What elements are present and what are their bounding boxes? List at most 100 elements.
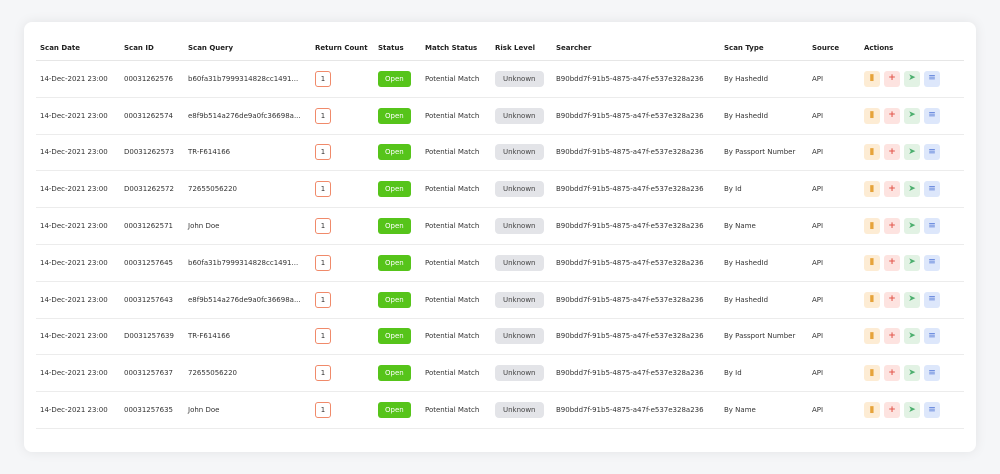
cell-return-count: 1 [311,134,374,172]
status-badge[interactable]: Open [378,402,411,419]
cell-status: Open [374,170,421,209]
file-icon: ≡ [928,404,936,415]
add-button[interactable]: + [884,402,900,419]
table-body: 14-Dec-2021 23:00 00031262576 b60fa31b7999… [36,60,964,429]
send-button[interactable]: ➤ [904,402,920,419]
return-count-badge: 1 [315,181,331,198]
risk-level-badge: Unknown [495,291,544,308]
status-badge[interactable]: Open [378,254,411,271]
send-button[interactable]: ➤ [904,107,920,124]
col-header-scan-id[interactable]: Scan ID [120,36,184,61]
view-document-button[interactable]: ▮ [864,144,880,161]
report-file-button[interactable]: ≡ [924,70,940,87]
send-button[interactable]: ➤ [904,328,920,345]
col-header-risk-level[interactable]: Risk Level [491,36,552,61]
view-document-button[interactable]: ▮ [864,365,880,382]
col-header-scan-query[interactable]: Scan Query [184,36,311,61]
cell-scan-query: TR-F614166 [184,318,311,356]
report-file-button[interactable]: ≡ [924,218,940,235]
col-header-source[interactable]: Source [808,36,860,61]
report-file-button[interactable]: ≡ [924,328,940,345]
send-button[interactable]: ➤ [904,254,920,271]
risk-level-badge: Unknown [495,254,544,271]
add-icon: + [888,330,896,341]
cell-match-status: Potential Match [421,354,491,393]
risk-level-badge: Unknown [495,328,544,345]
add-button[interactable]: + [884,291,900,308]
table-row[interactable]: 14-Dec-2021 23:00 D0031262572 72655056220 1… [36,170,964,209]
cell-status: Open [374,134,421,172]
add-button[interactable]: + [884,254,900,271]
report-file-button[interactable]: ≡ [924,291,940,308]
table-row[interactable]: 14-Dec-2021 23:00 00031257643 e8f9b514a276… [36,281,964,319]
risk-level-badge: Unknown [495,218,544,235]
file-icon: ≡ [928,220,936,231]
col-header-scan-date[interactable]: Scan Date [36,36,120,61]
col-header-scan-type[interactable]: Scan Type [720,36,808,61]
table-row[interactable]: 14-Dec-2021 23:00 D0031262573 TR-F614166 1 O… [36,134,964,172]
document-icon: ▮ [869,110,875,121]
add-button[interactable]: + [884,328,900,345]
view-document-button[interactable]: ▮ [864,328,880,345]
add-button[interactable]: + [884,70,900,87]
add-button[interactable]: + [884,144,900,161]
cell-match-status: Potential Match [421,60,491,98]
table-row[interactable]: 14-Dec-2021 23:00 D0031257639 TR-F614166 1 O… [36,318,964,356]
view-document-button[interactable]: ▮ [864,291,880,308]
send-button[interactable]: ➤ [904,291,920,308]
col-header-match-status[interactable]: Match Status [421,36,491,61]
report-file-button[interactable]: ≡ [924,107,940,124]
document-icon: ▮ [869,183,875,194]
report-file-button[interactable]: ≡ [924,402,940,419]
report-file-button[interactable]: ≡ [924,254,940,271]
view-document-button[interactable]: ▮ [864,402,880,419]
report-file-button[interactable]: ≡ [924,144,940,161]
send-button[interactable]: ➤ [904,218,920,235]
table-row[interactable]: 14-Dec-2021 23:00 00031257635 John Doe 1 Ope… [36,391,964,429]
cell-source: API [808,170,860,209]
send-button[interactable]: ➤ [904,144,920,161]
status-badge[interactable]: Open [378,291,411,308]
view-document-button[interactable]: ▮ [864,181,880,198]
table-row[interactable]: 14-Dec-2021 23:00 00031257645 b60fa31b7999… [36,244,964,282]
status-badge[interactable]: Open [378,144,411,161]
send-button[interactable]: ➤ [904,70,920,87]
cell-searcher: B90bdd7f-91b5-4875-a47f-e537e328a236 [552,318,720,356]
cell-return-count: 1 [311,244,374,282]
document-icon: ▮ [869,330,875,341]
view-document-button[interactable]: ▮ [864,218,880,235]
view-document-button[interactable]: ▮ [864,107,880,124]
status-badge[interactable]: Open [378,218,411,235]
view-document-button[interactable]: ▮ [864,70,880,87]
report-file-button[interactable]: ≡ [924,365,940,382]
status-badge[interactable]: Open [378,107,411,124]
view-document-button[interactable]: ▮ [864,254,880,271]
table-row[interactable]: 14-Dec-2021 23:00 00031257637 72655056220 1… [36,354,964,393]
add-button[interactable]: + [884,365,900,382]
cell-searcher: B90bdd7f-91b5-4875-a47f-e537e328a236 [552,391,720,429]
cell-match-status: Potential Match [421,207,491,245]
cell-return-count: 1 [311,281,374,319]
add-button[interactable]: + [884,107,900,124]
report-file-button[interactable]: ≡ [924,181,940,198]
send-button[interactable]: ➤ [904,365,920,382]
cell-scan-type: By Id [720,354,808,393]
table-row[interactable]: 14-Dec-2021 23:00 00031262576 b60fa31b7999… [36,60,964,98]
cell-risk-level: Unknown [491,318,552,356]
add-icon: + [888,220,896,231]
add-button[interactable]: + [884,181,900,198]
return-count-badge: 1 [315,218,331,235]
send-button[interactable]: ➤ [904,181,920,198]
col-header-searcher[interactable]: Searcher [552,36,720,61]
cell-scan-query: b60fa31b7999314828cc1491... [184,244,311,282]
table-row[interactable]: 14-Dec-2021 23:00 00031262574 e8f9b514a276… [36,97,964,135]
status-badge[interactable]: Open [378,365,411,382]
col-header-status[interactable]: Status [374,36,421,61]
send-icon: ➤ [908,257,916,268]
add-button[interactable]: + [884,218,900,235]
table-row[interactable]: 14-Dec-2021 23:00 00031262571 John Doe 1 Ope… [36,207,964,245]
col-header-return-count[interactable]: Return Count [311,36,374,61]
status-badge[interactable]: Open [378,181,411,198]
status-badge[interactable]: Open [378,70,411,87]
status-badge[interactable]: Open [378,328,411,345]
